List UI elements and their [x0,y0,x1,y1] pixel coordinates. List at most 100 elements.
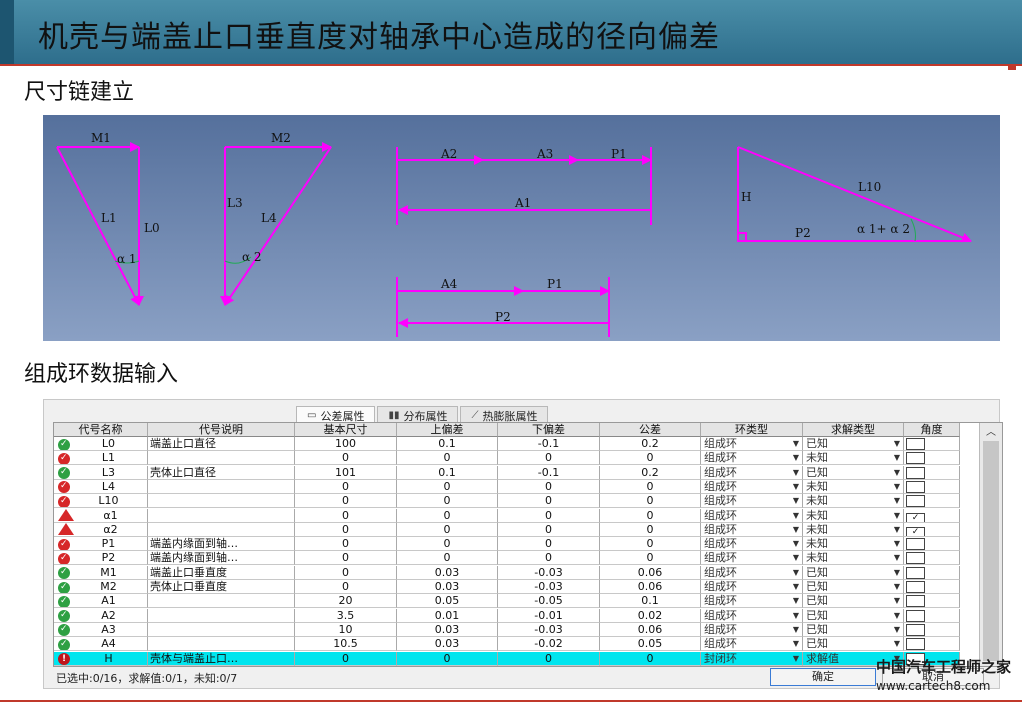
chevron-down-icon[interactable]: ▼ [894,623,900,636]
cell-code[interactable]: A4 [54,637,148,652]
column-header[interactable]: 代号名称 [54,423,148,437]
chevron-down-icon[interactable]: ▼ [793,537,799,550]
cell-tol[interactable]: 0.02 [600,608,701,623]
cell-lower[interactable]: -0.1 [498,465,600,480]
chevron-down-icon[interactable]: ▼ [894,451,900,464]
ring-type-select[interactable]: 组成环 ▼ [701,465,803,480]
cell-code[interactable]: P1 [54,537,148,552]
cell-upper[interactable]: 0 [397,551,498,566]
angle-cell[interactable] [904,437,960,451]
cell-code[interactable]: A2 [54,608,148,623]
cell-basic[interactable]: 0 [295,494,397,509]
solve-type-select[interactable]: 未知 ▼ [803,494,904,509]
table-row[interactable]: α1 0 0 0 0 组成环 ▼ 未知 ▼ ✓ [54,508,960,523]
ring-type-select[interactable]: 组成环 ▼ [701,494,803,509]
chevron-down-icon[interactable]: ▼ [894,480,900,493]
angle-cell[interactable] [904,465,960,480]
solve-type-select[interactable]: 已知 ▼ [803,622,904,637]
chevron-down-icon[interactable]: ▼ [894,523,900,536]
cell-basic[interactable]: 3.5 [295,608,397,623]
ring-type-select[interactable]: 组成环 ▼ [701,565,803,580]
angle-checkbox[interactable]: ✓ [906,512,925,522]
chevron-down-icon[interactable]: ▼ [894,466,900,479]
cell-upper[interactable]: 0 [397,494,498,509]
cell-lower[interactable]: -0.03 [498,565,600,580]
cell-lower[interactable]: 0 [498,494,600,509]
cell-lower[interactable]: 0 [498,451,600,466]
chevron-down-icon[interactable]: ▼ [793,523,799,536]
cell-code[interactable]: A3 [54,622,148,637]
table-row[interactable]: P1端盖内缘面到轴…0000组成环▼未知▼ [54,537,960,552]
cell-code[interactable]: M1 [54,565,148,580]
table-row[interactable]: L10000组成环▼未知▼ [54,451,960,466]
ok-button[interactable]: 确定 [770,668,876,686]
chevron-down-icon[interactable]: ▼ [894,566,900,579]
chevron-down-icon[interactable]: ▼ [793,609,799,622]
cell-lower[interactable]: -0.03 [498,580,600,594]
cell-tol[interactable]: 0.06 [600,580,701,594]
ring-type-select[interactable]: 组成环 ▼ [701,594,803,609]
solve-type-select[interactable]: 已知 ▼ [803,594,904,609]
solve-type-select[interactable]: 未知 ▼ [803,522,904,537]
cell-desc[interactable]: 壳体止口直径 [148,465,295,480]
chevron-down-icon[interactable]: ▼ [894,537,900,550]
column-header[interactable]: 基本尺寸 [295,423,397,437]
cell-code[interactable]: L10 [54,494,148,509]
cell-tol[interactable]: 0.05 [600,637,701,652]
cell-code[interactable]: L4 [54,479,148,494]
cell-lower[interactable]: -0.02 [498,637,600,652]
cell-code[interactable]: P2 [54,551,148,566]
cell-lower[interactable]: -0.01 [498,608,600,623]
angle-cell[interactable] [904,565,960,580]
cell-upper[interactable]: 0.03 [397,622,498,637]
angle-checkbox[interactable] [906,552,925,565]
cell-desc[interactable]: 端盖止口垂直度 [148,565,295,580]
angle-checkbox[interactable] [906,623,925,636]
chevron-down-icon[interactable]: ▼ [894,551,900,564]
cell-lower[interactable]: -0.05 [498,594,600,609]
column-header[interactable]: 环类型 [701,423,803,437]
ring-type-select[interactable]: 组成环 ▼ [701,637,803,652]
cell-desc[interactable] [148,522,295,537]
angle-cell[interactable] [904,580,960,594]
table-row[interactable]: L0 端盖止口直径1000.1-0.10.2组成环 ▼ 已知 ▼ [54,437,960,451]
cell-lower[interactable]: 0 [498,551,600,566]
table-row[interactable]: P2端盖内缘面到轴…0000组成环▼未知▼ [54,551,960,566]
chevron-down-icon[interactable]: ▼ [793,652,799,665]
table-row[interactable]: L3 壳体止口直径1010.1-0.10.2组成环 ▼ 已知 ▼ [54,465,960,480]
cell-upper[interactable]: 0.01 [397,608,498,623]
cell-desc[interactable]: 壳体止口垂直度 [148,580,295,594]
chevron-down-icon[interactable]: ▼ [793,466,799,479]
cell-desc[interactable] [148,622,295,637]
chevron-down-icon[interactable]: ▼ [793,509,799,522]
cell-lower[interactable]: 0 [498,479,600,494]
angle-checkbox[interactable] [906,452,925,465]
cell-basic[interactable]: 10 [295,622,397,637]
cell-lower[interactable]: -0.03 [498,622,600,637]
cell-tol[interactable]: 0.06 [600,622,701,637]
cell-basic[interactable]: 0 [295,580,397,594]
chevron-down-icon[interactable]: ▼ [793,637,799,650]
ring-type-select[interactable]: 组成环 ▼ [701,508,803,523]
cell-basic[interactable]: 101 [295,465,397,480]
cell-tol[interactable]: 0 [600,537,701,552]
ring-type-select[interactable]: 封闭环 ▼ [701,651,803,666]
cell-desc[interactable] [148,637,295,652]
table-row[interactable]: A3 100.03-0.030.06组成环 ▼ 已知 ▼ [54,622,960,637]
solve-type-select[interactable]: 已知 ▼ [803,565,904,580]
angle-checkbox[interactable] [906,566,925,579]
cell-lower[interactable]: 0 [498,522,600,537]
cell-upper[interactable]: 0.1 [397,465,498,480]
cell-tol[interactable]: 0 [600,551,701,566]
cell-upper[interactable]: 0 [397,522,498,537]
chevron-down-icon[interactable]: ▼ [793,623,799,636]
chevron-down-icon[interactable]: ▼ [793,551,799,564]
ring-type-select[interactable]: 组成环 ▼ [701,451,803,466]
table-row[interactable]: L40000组成环▼未知▼ [54,479,960,494]
solve-type-select[interactable]: 已知 ▼ [803,608,904,623]
cell-basic[interactable]: 0 [295,565,397,580]
chevron-down-icon[interactable]: ▼ [894,580,900,593]
cell-basic[interactable]: 100 [295,437,397,451]
cell-tol[interactable]: 0.2 [600,465,701,480]
cell-basic[interactable]: 0 [295,508,397,523]
